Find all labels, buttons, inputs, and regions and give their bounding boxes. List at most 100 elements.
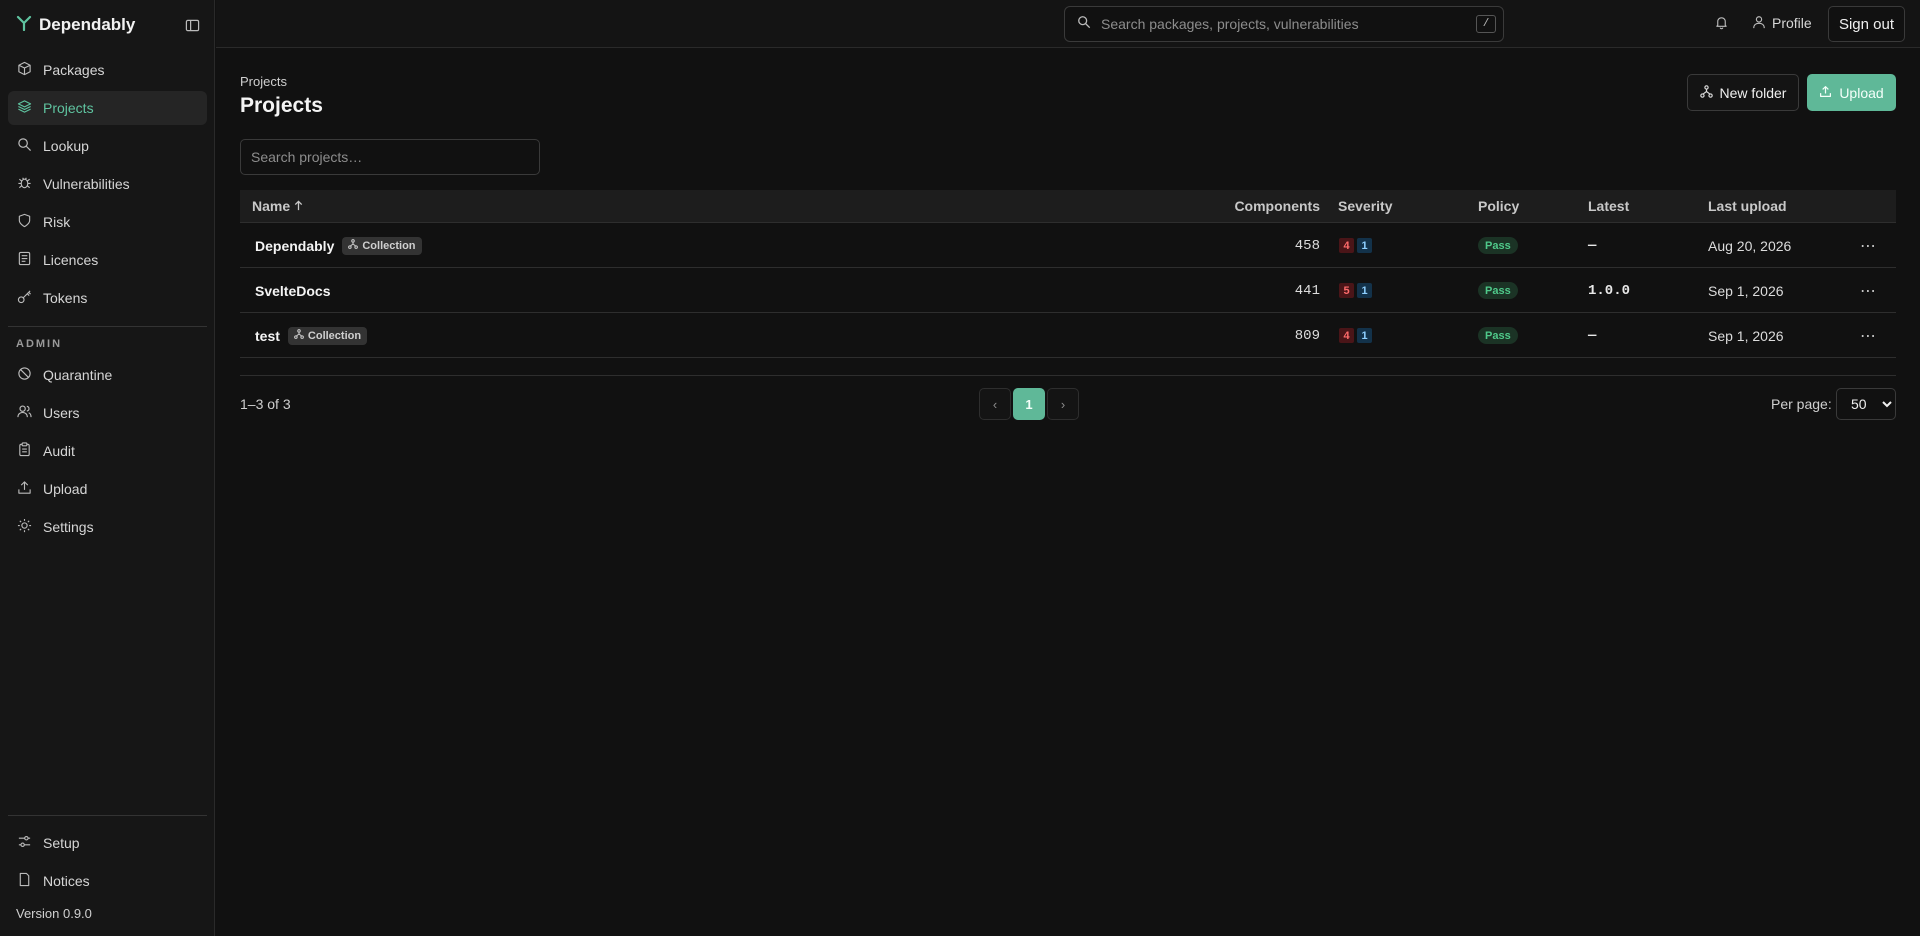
table-row[interactable]: test Collection 809 41 Pass — Sep 1, 202… <box>240 313 1896 358</box>
upload-label: Upload <box>1839 84 1884 101</box>
more-actions-icon[interactable]: ⋯ <box>1860 268 1877 313</box>
sidebar-item-label: Upload <box>43 481 88 497</box>
divider <box>8 326 207 327</box>
bug-icon <box>17 175 32 193</box>
page-title: Projects <box>240 94 323 117</box>
user-icon <box>1752 15 1766 32</box>
sidebar-item-audit[interactable]: Audit <box>8 434 207 468</box>
sidebar-item-setup[interactable]: Setup <box>8 826 207 860</box>
components-count: 809 <box>1294 327 1320 344</box>
table-row[interactable]: Dependably Collection 458 41 Pass — Aug … <box>240 223 1896 268</box>
app-version: Version 0.9.0 <box>16 906 92 921</box>
previous-page-button[interactable]: ‹ <box>979 388 1011 420</box>
severity-cell: 51 <box>1339 268 1372 313</box>
sidebar-item-risk[interactable]: Risk <box>8 205 207 239</box>
column-last-upload-header[interactable]: Last upload <box>1708 198 1787 214</box>
sidebar-item-users[interactable]: Users <box>8 396 207 430</box>
policy-status-badge: Pass <box>1478 327 1518 344</box>
last-upload-date: Sep 1, 2026 <box>1708 327 1784 344</box>
search-icon <box>17 137 32 155</box>
divider <box>240 375 1896 376</box>
policy-status-badge: Pass <box>1478 282 1518 299</box>
admin-section-heading: ADMIN <box>16 338 63 350</box>
folder-tree-icon <box>1699 84 1713 101</box>
table-row[interactable]: SvelteDocs 441 51 Pass 1.0.0 Sep 1, 2026… <box>240 268 1896 313</box>
sidebar-item-packages[interactable]: Packages <box>8 53 207 87</box>
folder-tree-icon <box>294 329 304 342</box>
project-name[interactable]: SvelteDocs <box>255 283 330 299</box>
key-icon <box>17 289 32 307</box>
policy-cell: Pass <box>1478 268 1518 313</box>
severity-cell: 41 <box>1339 223 1372 268</box>
sidebar-toggle-icon[interactable] <box>183 16 201 34</box>
sidebar-item-licences[interactable]: Licences <box>8 243 207 277</box>
ban-icon <box>17 366 32 384</box>
name-cell: test Collection <box>255 313 368 358</box>
sidebar-item-settings[interactable]: Settings <box>8 510 207 544</box>
severity-cell: 41 <box>1339 313 1372 358</box>
sort-ascending-icon <box>293 198 304 214</box>
bell-icon[interactable] <box>1714 15 1730 31</box>
new-folder-button[interactable]: New folder <box>1687 74 1799 111</box>
document-list-icon <box>17 251 32 269</box>
collection-chip: Collection <box>342 236 422 255</box>
sidebar-item-label: Audit <box>43 443 75 459</box>
sign-out-button[interactable]: Sign out <box>1828 6 1905 42</box>
column-latest-header[interactable]: Latest <box>1588 198 1629 214</box>
global-search[interactable]: / <box>1064 6 1504 42</box>
file-icon <box>17 872 32 890</box>
more-actions-icon[interactable]: ⋯ <box>1860 223 1877 268</box>
folder-tree-icon <box>348 239 359 252</box>
sidebar-item-tokens[interactable]: Tokens <box>8 281 207 315</box>
severity-low-badge: 1 <box>1357 328 1372 343</box>
per-page-select[interactable]: 50 <box>1836 388 1896 420</box>
search-icon <box>1077 15 1091 33</box>
sun-gear-icon <box>17 518 32 536</box>
sidebar-item-vulnerabilities[interactable]: Vulnerabilities <box>8 167 207 201</box>
sidebar-item-notices[interactable]: Notices <box>8 864 207 898</box>
app-name: Dependably <box>39 15 136 34</box>
users-icon <box>17 404 32 422</box>
sidebar: Dependably Packages Projects Lookup Vuln… <box>0 0 215 936</box>
more-actions-icon[interactable]: ⋯ <box>1860 313 1877 358</box>
policy-cell: Pass <box>1478 223 1518 268</box>
latest-version: — <box>1588 327 1597 344</box>
project-name[interactable]: test <box>255 328 280 344</box>
sidebar-item-lookup[interactable]: Lookup <box>8 129 207 163</box>
column-policy-header[interactable]: Policy <box>1478 198 1519 214</box>
severity-low-badge: 1 <box>1357 238 1372 253</box>
page-1-button[interactable]: 1 <box>1013 388 1045 420</box>
breadcrumb[interactable]: Projects <box>240 74 287 89</box>
column-severity-header[interactable]: Severity <box>1338 198 1392 214</box>
severity-high-badge: 5 <box>1339 283 1354 298</box>
next-page-button[interactable]: › <box>1047 388 1079 420</box>
column-components-header[interactable]: Components <box>1234 198 1320 214</box>
per-page-label: Per page: <box>1771 396 1832 412</box>
sidebar-item-upload[interactable]: Upload <box>8 472 207 506</box>
projects-table: Name Components Severity Policy Latest L… <box>240 190 1896 358</box>
search-shortcut-key: / <box>1476 15 1496 33</box>
global-search-input[interactable] <box>1101 16 1461 32</box>
severity-high-badge: 4 <box>1339 328 1354 343</box>
project-search-input[interactable] <box>240 139 540 175</box>
clipboard-icon <box>17 442 32 460</box>
sidebar-item-label: Setup <box>43 835 80 851</box>
sidebar-item-label: Notices <box>43 873 90 889</box>
policy-status-badge: Pass <box>1478 237 1518 254</box>
project-name[interactable]: Dependably <box>255 238 334 254</box>
profile-link[interactable]: Profile <box>1752 12 1812 34</box>
upload-button[interactable]: Upload <box>1807 74 1896 111</box>
sidebar-item-projects[interactable]: Projects <box>8 91 207 125</box>
sidebar-item-quarantine[interactable]: Quarantine <box>8 358 207 392</box>
sidebar-item-label: Risk <box>43 214 71 230</box>
shield-icon <box>17 213 32 231</box>
components-count: 441 <box>1294 282 1320 299</box>
sidebar-item-label: Users <box>43 405 80 421</box>
sidebar-item-label: Projects <box>43 100 94 116</box>
package-icon <box>17 61 32 79</box>
brand[interactable]: Dependably <box>16 13 135 37</box>
sidebar-item-label: Licences <box>43 252 99 268</box>
column-name-header[interactable]: Name <box>252 198 304 214</box>
upload-icon <box>1819 85 1832 101</box>
divider <box>8 815 207 816</box>
